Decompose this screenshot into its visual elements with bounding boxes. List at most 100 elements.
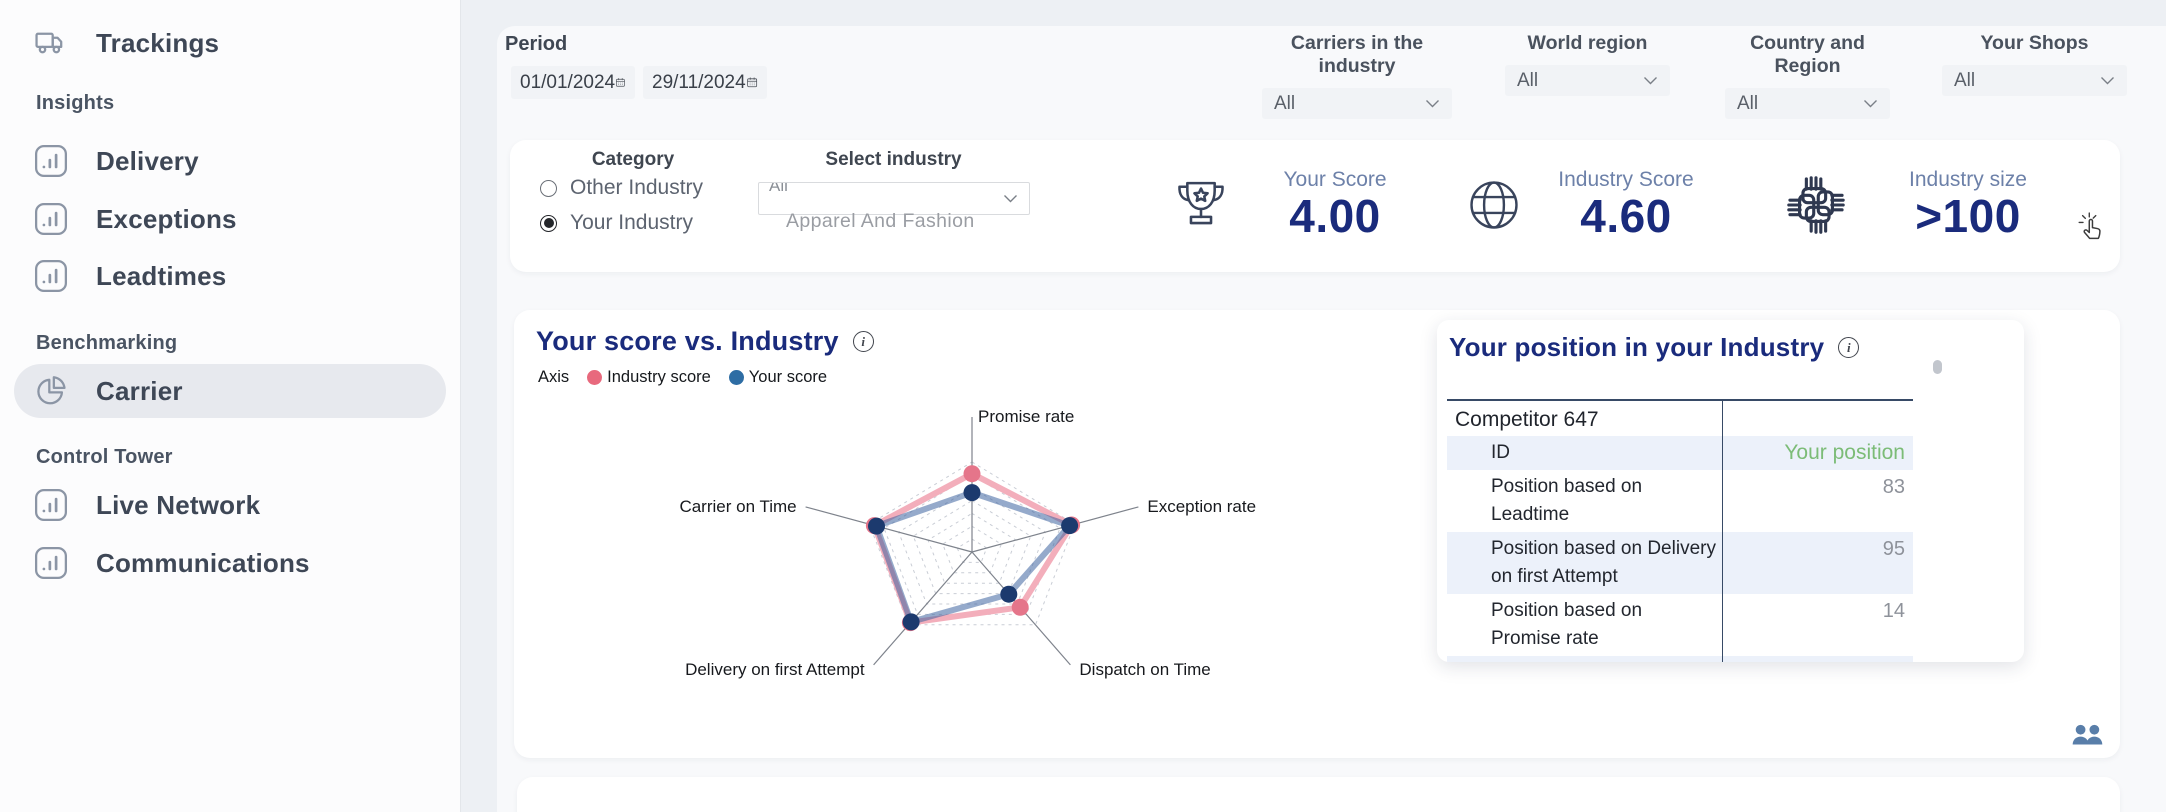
cell-value (1723, 401, 1913, 436)
info-icon[interactable]: i (1838, 337, 1859, 358)
industry-score-group: Industry Score 4.60 (1465, 168, 1711, 242)
bar-chart-icon (34, 546, 68, 580)
industry-size-value: >100 (1915, 192, 2021, 242)
cell-value: 97 (1723, 656, 1913, 662)
sidebar-item-label: Exceptions (96, 204, 237, 235)
sidebar-item-label: Communications (96, 548, 310, 579)
scrollbar-thumb[interactable] (1933, 360, 1942, 374)
row-label: Position based on Promise rate (1447, 594, 1723, 656)
carriers-dropdown[interactable]: All (1262, 88, 1452, 119)
radar-axis-label: Delivery on first Attempt (685, 660, 865, 679)
legend-axis-label: Axis (538, 368, 569, 387)
calendar-icon (746, 73, 758, 92)
sidebar-item-delivery[interactable]: Delivery (0, 134, 440, 188)
filter-your-shops: Your Shops All (1942, 32, 2127, 96)
sidebar-item-carrier[interactable]: Carrier (0, 364, 440, 418)
industry-size-label: Industry size (1909, 168, 2027, 192)
period-end-input[interactable]: 29/11/2024 (643, 66, 767, 99)
sidebar-item-label: Leadtimes (96, 261, 226, 292)
industry-size-group: Industry size >100 (1782, 168, 2068, 242)
period-start-value: 01/01/2024 (520, 72, 615, 94)
table-row: ID Your position (1447, 436, 1913, 470)
table-row: Position based on Leadtime 83 (1447, 470, 1913, 532)
industry-score-value: 4.60 (1580, 192, 1672, 242)
sidebar-section-insights: Insights (36, 92, 114, 115)
sidebar-item-trackings[interactable]: Trackings (0, 16, 440, 70)
your-score-group: Your Score 4.00 (1170, 168, 1420, 242)
row-label: Position based on Delivery on first Atte… (1447, 532, 1723, 594)
bar-chart-icon (34, 144, 68, 178)
filter-label: Country and Region (1725, 32, 1890, 78)
radar-axis-label: Carrier on Time (679, 497, 796, 516)
your-score-value: 4.00 (1289, 192, 1381, 242)
filter-carriers: Carriers in the industry All (1262, 32, 1452, 119)
dropdown-value: All (1954, 70, 1975, 92)
row-label: ID (1447, 436, 1723, 470)
chevron-down-icon (1643, 76, 1658, 85)
country-region-dropdown[interactable]: All (1725, 88, 1890, 119)
radio-selected-icon (540, 215, 557, 232)
dropdown-value: All (1517, 70, 1538, 92)
sidebar-item-communications[interactable]: Communications (0, 536, 440, 590)
radar-axis-label: Dispatch on Time (1079, 660, 1210, 679)
select-industry-label: Select industry (756, 149, 1031, 171)
category-label: Category (568, 149, 698, 171)
sidebar-item-exceptions[interactable]: Exceptions (0, 192, 440, 246)
competitor-group-label: Competitor 647 (1447, 401, 1723, 436)
cell-value: 83 (1723, 470, 1913, 532)
chevron-down-icon (1863, 99, 1878, 108)
trophy-icon (1170, 173, 1232, 237)
filter-label: World region (1505, 32, 1670, 55)
sidebar-item-label: Live Network (96, 490, 260, 521)
cursor-icon (2078, 212, 2108, 246)
sidebar-item-leadtimes[interactable]: Leadtimes (0, 249, 440, 303)
pie-chart-icon (34, 374, 68, 408)
main-area: Period 01/01/2024 29/11/2024 Carriers in… (461, 0, 2166, 812)
bar-chart-icon (34, 202, 68, 236)
radar-axis-label: Promise rate (978, 407, 1074, 426)
radar-axis-label: Exception rate (1147, 497, 1256, 516)
your-position-badge: Your position (1723, 436, 1913, 470)
sidebar-item-label: Carrier (96, 376, 183, 407)
sidebar-section-control-tower: Control Tower (36, 446, 173, 469)
radio-label: Other Industry (570, 176, 703, 200)
cell-value: 95 (1723, 532, 1913, 594)
info-icon[interactable]: i (853, 331, 874, 352)
next-section-card (517, 777, 2120, 812)
industry-select-value: All (769, 183, 788, 196)
table-row: Position based on Delivery on first Atte… (1447, 532, 1913, 594)
table-row: Position based on Carrier on Time 97 (1447, 656, 1913, 662)
position-card: Your position in your Industry i Competi… (1437, 320, 2024, 662)
globe-icon (1465, 176, 1523, 234)
truck-icon (34, 26, 68, 60)
period-label: Period (505, 33, 567, 56)
position-card-title: Your position in your Industry (1449, 332, 1824, 363)
radar-card-title: Your score vs. Industry (536, 326, 839, 357)
chevron-down-icon (1425, 99, 1440, 108)
sidebar-section-benchmarking: Benchmarking (36, 332, 177, 355)
radio-label: Your Industry (570, 211, 693, 235)
chevron-down-icon (1003, 194, 1018, 203)
bar-chart-icon (34, 259, 68, 293)
sidebar-item-label: Trackings (96, 28, 219, 59)
radio-other-industry[interactable]: Other Industry (540, 176, 703, 200)
filter-country-region: Country and Region All (1725, 32, 1890, 119)
your-shops-dropdown[interactable]: All (1942, 65, 2127, 96)
legend-dot-industry (587, 370, 602, 385)
table-row: Competitor 647 (1447, 401, 1913, 436)
your-score-label: Your Score (1283, 168, 1386, 192)
period-start-input[interactable]: 01/01/2024 (511, 66, 635, 99)
radar-chart: Promise rate Exception rate Dispatch on Ti… (644, 380, 1344, 710)
sidebar-item-live-network[interactable]: Live Network (0, 478, 440, 532)
score-summary-card: Category Other Industry Your Industry Se… (510, 140, 2120, 272)
industry-option-apparel[interactable]: Apparel And Fashion (786, 210, 975, 233)
sidebar-item-label: Delivery (96, 146, 199, 177)
radio-circle-icon (540, 180, 557, 197)
hands-icon (1782, 171, 1850, 239)
radio-your-industry[interactable]: Your Industry (540, 211, 693, 235)
period-end-value: 29/11/2024 (652, 72, 746, 94)
row-label: Position based on Leadtime (1447, 470, 1723, 532)
people-icon[interactable] (2070, 722, 2106, 748)
content-panel: Period 01/01/2024 29/11/2024 Carriers in… (497, 26, 2166, 812)
world-region-dropdown[interactable]: All (1505, 65, 1670, 96)
